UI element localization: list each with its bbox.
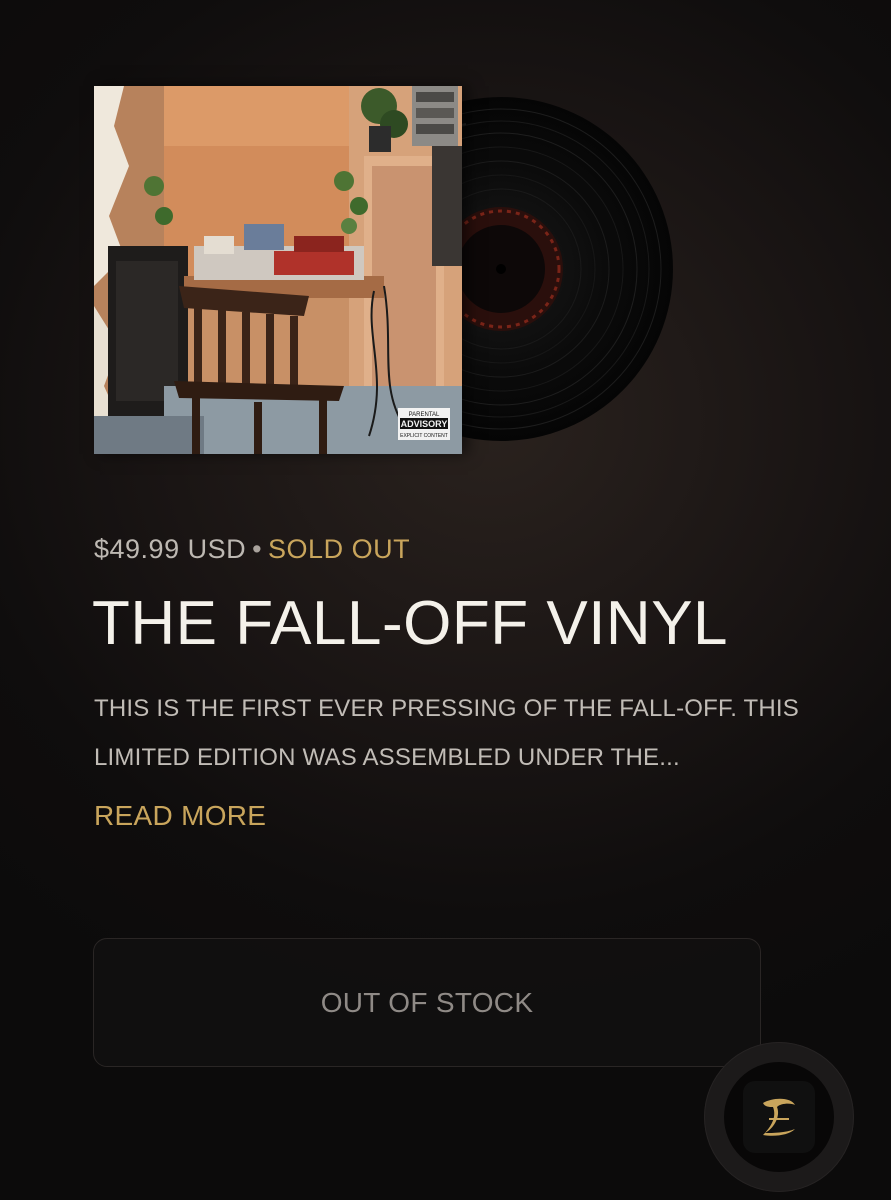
advisory-badge-bottom: EXPLICIT CONTENT (400, 433, 448, 439)
sold-out-status: SOLD OUT (268, 534, 411, 564)
floating-logo-button[interactable] (704, 1042, 854, 1192)
read-more-link[interactable]: READ MORE (94, 800, 266, 832)
dreamville-logo-icon (743, 1081, 815, 1153)
out-of-stock-button[interactable]: OUT OF STOCK (93, 938, 761, 1067)
product-description: THIS IS THE FIRST EVER PRESSING OF THE F… (94, 695, 799, 771)
price-text: $49.99 USD (94, 534, 247, 564)
logo-button-inner (724, 1062, 834, 1172)
price-status-line: $49.99 USD • SOLD OUT (94, 534, 410, 565)
separator-dot: • (252, 534, 263, 564)
out-of-stock-label: OUT OF STOCK (320, 986, 534, 1018)
advisory-badge-middle: ADVISORY (401, 419, 448, 429)
product-title: THE FALL-OFF VINYL (92, 589, 729, 658)
album-cover-image: PARENTAL ADVISORY EXPLICIT CONTENT (94, 86, 462, 454)
product-media: PARENTAL ADVISORY EXPLICIT CONTENT (94, 86, 673, 454)
advisory-badge-top: PARENTAL (409, 412, 440, 418)
